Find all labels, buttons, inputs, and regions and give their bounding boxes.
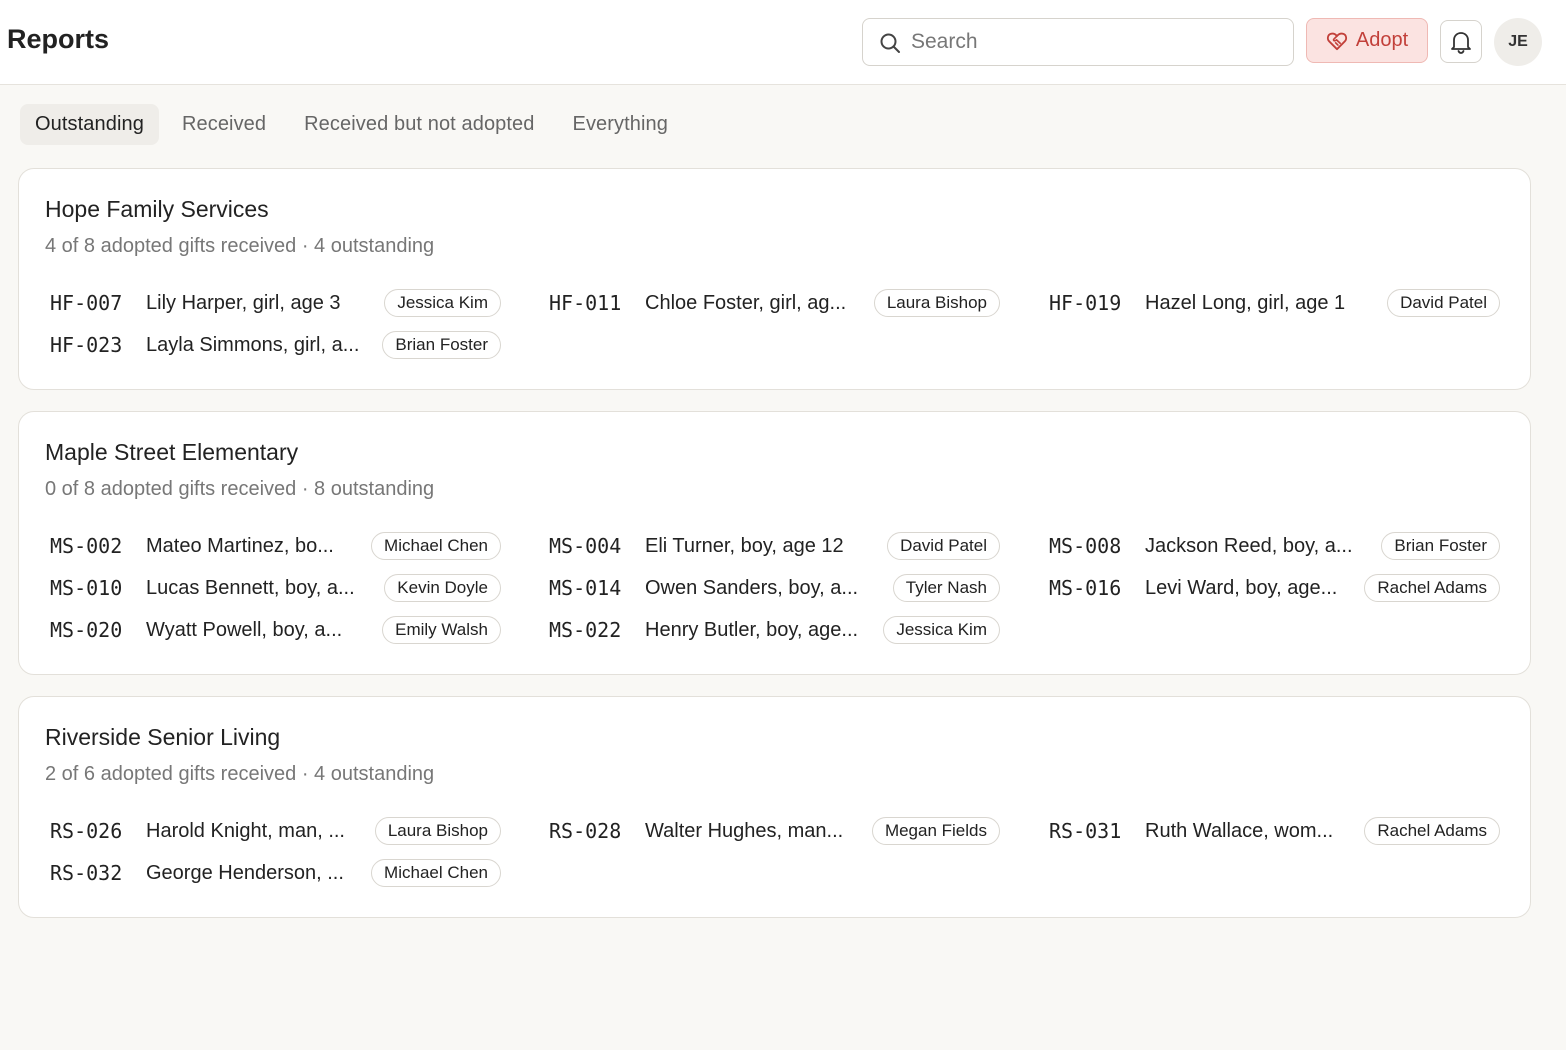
search-icon (880, 33, 900, 53)
notifications-button[interactable] (1440, 20, 1482, 63)
gift-code: MS-022 (549, 618, 622, 642)
gift-entry[interactable]: MS-002 Mateo Martinez, bo... Michael Che… (50, 529, 501, 563)
adopter-tag[interactable]: Jessica Kim (384, 289, 501, 317)
recipient-name: Owen Sanders, boy, a... (645, 576, 859, 599)
recipient-name: Walter Hughes, man... (645, 819, 844, 842)
adopter-tag[interactable]: Emily Walsh (382, 616, 501, 644)
gift-entry[interactable]: MS-022 Henry Butler, boy, age... Jessica… (549, 613, 1000, 647)
recipient-name: Levi Ward, boy, age... (1145, 576, 1338, 599)
recipient-name: George Henderson, ... (146, 861, 344, 884)
group-summary: 0 of 8 adopted gifts received · 8 outsta… (45, 478, 435, 500)
group-title: Riverside Senior Living (45, 724, 281, 750)
gift-entry[interactable]: HF-011 Chloe Foster, girl, ag... Laura B… (549, 286, 1000, 320)
tab-everything[interactable]: Everything (558, 104, 684, 145)
gift-entry[interactable]: MS-016 Levi Ward, boy, age... Rachel Ada… (1049, 571, 1500, 605)
adopter-tag[interactable]: David Patel (1387, 289, 1500, 317)
gift-code: HF-011 (549, 291, 622, 315)
gift-code: RS-031 (1049, 819, 1122, 843)
adopt-label: Adopt (1355, 29, 1409, 51)
recipient-name: Eli Turner, boy, age 12 (645, 534, 844, 557)
user-avatar[interactable]: JE (1494, 18, 1542, 66)
top-bar: Reports Adopt JE (0, 0, 1566, 85)
recipient-name: Ruth Wallace, wom... (1145, 819, 1334, 842)
recipient-name: Jackson Reed, boy, a... (1145, 534, 1353, 557)
report-tabs: Outstanding Received Received but not ad… (20, 104, 691, 146)
gift-code: MS-014 (549, 576, 622, 600)
adopter-tag[interactable]: Rachel Adams (1364, 817, 1500, 845)
gift-entry[interactable]: MS-020 Wyatt Powell, boy, a... Emily Wal… (50, 613, 501, 647)
tab-outstanding[interactable]: Outstanding (20, 104, 159, 145)
recipient-name: Mateo Martinez, bo... (146, 534, 334, 557)
adopter-tag[interactable]: Michael Chen (371, 859, 501, 887)
adopter-tag[interactable]: David Patel (887, 532, 1000, 560)
search-input[interactable] (911, 27, 1281, 57)
gift-code: MS-008 (1049, 534, 1122, 558)
gift-entry[interactable]: RS-032 George Henderson, ... Michael Che… (50, 856, 501, 890)
gift-code: HF-007 (50, 291, 123, 315)
recipient-name: Lucas Bennett, boy, a... (146, 576, 355, 599)
recipient-name: Layla Simmons, girl, a... (146, 333, 360, 356)
adopter-tag[interactable]: Laura Bishop (374, 817, 501, 845)
group-card-hope-family-services: Hope Family Services 4 of 8 adopted gift… (18, 168, 1531, 390)
gift-code: MS-016 (1049, 576, 1122, 600)
gift-code: RS-026 (50, 819, 123, 843)
gift-code: RS-032 (50, 861, 123, 885)
gift-entry[interactable]: RS-026 Harold Knight, man, ... Laura Bis… (50, 814, 501, 848)
group-summary: 4 of 8 adopted gifts received · 4 outsta… (45, 235, 435, 257)
recipient-name: Henry Butler, boy, age... (645, 618, 859, 641)
gift-code: MS-002 (50, 534, 123, 558)
group-card-riverside-senior-living: Riverside Senior Living 2 of 6 adopted g… (18, 696, 1531, 918)
bell-icon (1451, 31, 1471, 54)
gift-code: RS-028 (549, 819, 622, 843)
gift-code: MS-004 (549, 534, 622, 558)
gift-code: HF-019 (1049, 291, 1122, 315)
adopter-tag[interactable]: Brian Foster (382, 331, 501, 359)
gift-entry[interactable]: RS-028 Walter Hughes, man... Megan Field… (549, 814, 1000, 848)
gift-entry[interactable]: MS-004 Eli Turner, boy, age 12 David Pat… (549, 529, 1000, 563)
gift-entry[interactable]: MS-010 Lucas Bennett, boy, a... Kevin Do… (50, 571, 501, 605)
page-title: Reports (7, 24, 110, 54)
gift-entry[interactable]: HF-023 Layla Simmons, girl, a... Brian F… (50, 328, 501, 362)
tab-received-not-adopted[interactable]: Received but not adopted (289, 104, 549, 145)
adopt-button[interactable]: Adopt (1306, 18, 1428, 63)
adopter-tag[interactable]: Laura Bishop (873, 289, 1000, 317)
recipient-name: Harold Knight, man, ... (146, 819, 345, 842)
adopter-tag[interactable]: Michael Chen (371, 532, 501, 560)
gift-entry[interactable]: MS-014 Owen Sanders, boy, a... Tyler Nas… (549, 571, 1000, 605)
adopter-tag[interactable]: Rachel Adams (1364, 574, 1500, 602)
gift-entry[interactable]: RS-031 Ruth Wallace, wom... Rachel Adams (1049, 814, 1500, 848)
group-summary: 2 of 6 adopted gifts received · 4 outsta… (45, 763, 435, 785)
adopter-tag[interactable]: Jessica Kim (883, 616, 1000, 644)
recipient-name: Hazel Long, girl, age 1 (1145, 291, 1346, 314)
adopter-tag[interactable]: Kevin Doyle (384, 574, 501, 602)
gift-code: MS-020 (50, 618, 123, 642)
group-card-maple-street-elementary: Maple Street Elementary 0 of 8 adopted g… (18, 411, 1531, 675)
adopter-tag[interactable]: Megan Fields (871, 817, 1000, 845)
gift-entry[interactable]: MS-008 Jackson Reed, boy, a... Brian Fos… (1049, 529, 1500, 563)
recipient-name: Lily Harper, girl, age 3 (146, 291, 341, 314)
adopter-tag[interactable]: Brian Foster (1381, 532, 1500, 560)
search-box[interactable] (862, 18, 1294, 66)
tab-received[interactable]: Received (167, 104, 281, 145)
gift-entry[interactable]: HF-019 Hazel Long, girl, age 1 David Pat… (1049, 286, 1500, 320)
heart-handshake-icon (1326, 32, 1347, 50)
adopter-tag[interactable]: Tyler Nash (892, 574, 1000, 602)
recipient-name: Wyatt Powell, boy, a... (146, 618, 343, 641)
gift-code: HF-023 (50, 333, 123, 357)
group-title: Hope Family Services (45, 196, 269, 222)
gift-code: MS-010 (50, 576, 123, 600)
recipient-name: Chloe Foster, girl, ag... (645, 291, 847, 314)
group-title: Maple Street Elementary (45, 439, 299, 465)
gift-entry[interactable]: HF-007 Lily Harper, girl, age 3 Jessica … (50, 286, 501, 320)
